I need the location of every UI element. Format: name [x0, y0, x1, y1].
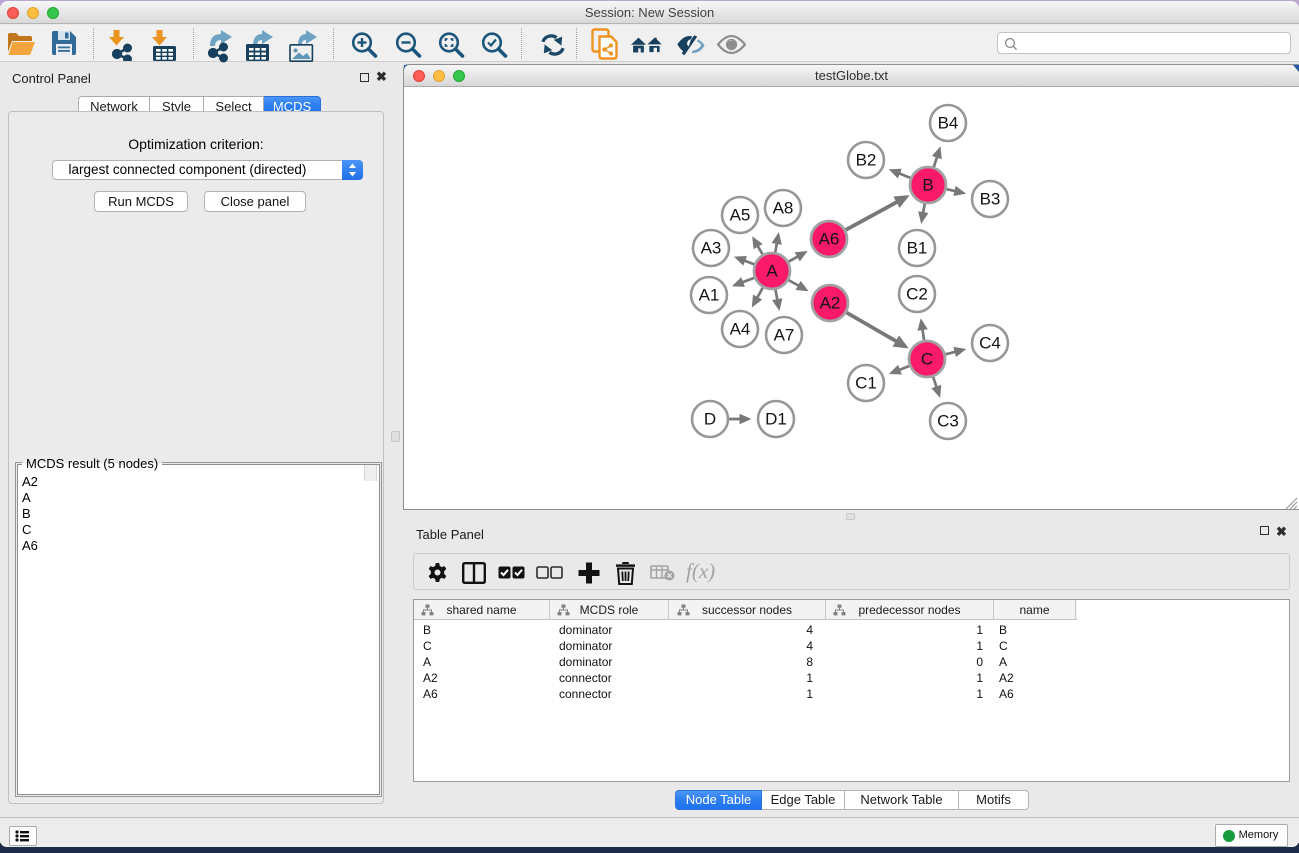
svg-text:C: C	[921, 350, 933, 369]
svg-text:C2: C2	[906, 285, 928, 304]
svg-text:A7: A7	[774, 326, 795, 345]
svg-text:A8: A8	[773, 199, 794, 218]
svg-text:B2: B2	[856, 151, 877, 170]
svg-text:A4: A4	[730, 320, 751, 339]
svg-text:A2: A2	[820, 294, 841, 313]
svg-text:D: D	[704, 410, 716, 429]
svg-text:A5: A5	[730, 206, 751, 225]
svg-text:C4: C4	[979, 334, 1001, 353]
svg-text:B: B	[922, 176, 933, 195]
svg-text:C3: C3	[937, 412, 959, 431]
svg-text:D1: D1	[765, 410, 787, 429]
svg-text:C1: C1	[855, 374, 877, 393]
svg-text:A1: A1	[699, 286, 720, 305]
svg-text:A3: A3	[701, 239, 722, 258]
svg-text:A: A	[766, 262, 778, 281]
svg-text:B4: B4	[938, 114, 959, 133]
svg-text:A6: A6	[819, 230, 840, 249]
svg-text:B3: B3	[980, 190, 1001, 209]
svg-text:B1: B1	[907, 239, 928, 258]
